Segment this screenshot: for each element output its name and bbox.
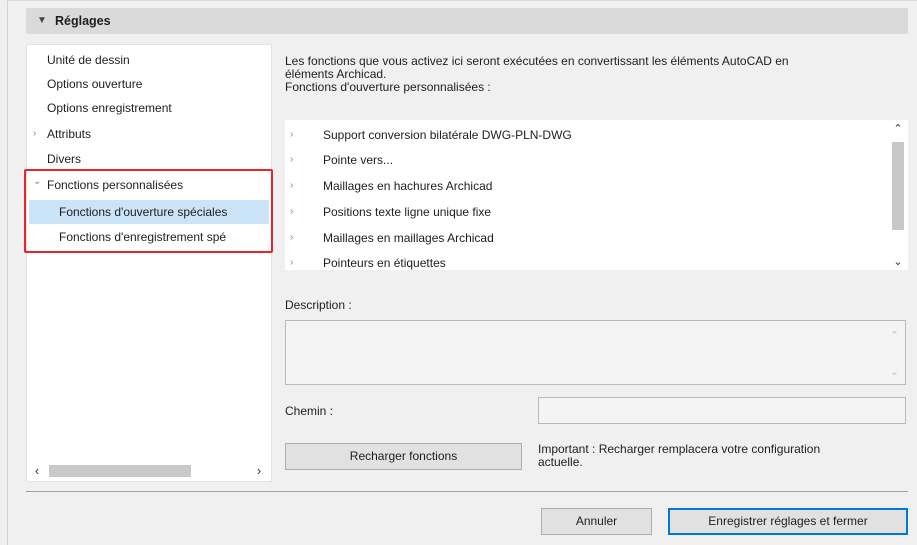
list-item[interactable]: › Support conversion bilatérale DWG-PLN-…	[285, 122, 885, 148]
chevron-right-icon[interactable]: ›	[290, 250, 293, 276]
intro-text: Les fonctions que vous activez ici seron…	[285, 55, 905, 94]
function-label: Maillages en hachures Archicad	[323, 179, 493, 193]
chevron-right-icon[interactable]: ›	[290, 225, 293, 251]
scroll-down-icon[interactable]: ⌄	[888, 255, 908, 268]
scroll-up-icon: ⌃	[889, 330, 899, 342]
description-field: ⌃ ⌄	[285, 320, 906, 385]
chevron-right-icon[interactable]: ›	[33, 122, 36, 146]
tree-item-label: Options enregistrement	[47, 101, 172, 115]
scrollbar-thumb[interactable]	[892, 142, 904, 230]
settings-section-header[interactable]: ▼ Réglages	[26, 8, 908, 34]
functions-vertical-scrollbar[interactable]: ⌃ ⌄	[888, 120, 908, 270]
list-item[interactable]: › Maillages en maillages Archicad	[285, 225, 885, 251]
save-and-close-button[interactable]: Enregistrer réglages et fermer	[668, 508, 908, 535]
description-label: Description :	[285, 298, 352, 312]
scroll-right-icon[interactable]: ›	[249, 461, 269, 481]
function-label: Pointeurs en étiquettes	[323, 256, 446, 270]
path-label: Chemin :	[285, 404, 334, 418]
chevron-right-icon[interactable]: ›	[290, 147, 293, 173]
tree-item-attributs[interactable]: › Attributs	[27, 122, 271, 146]
list-item[interactable]: › Positions texte ligne unique fixe	[285, 199, 885, 225]
scroll-left-icon[interactable]: ‹	[27, 461, 47, 481]
list-item[interactable]: › Pointeurs en étiquettes	[285, 250, 885, 276]
tree-item-label: Attributs	[47, 127, 92, 141]
tree-item-label: Options ouverture	[47, 77, 143, 91]
tree-item-label: Unité de dessin	[47, 53, 130, 67]
tree-item-options-ouverture[interactable]: Options ouverture	[27, 72, 271, 96]
function-label: Positions texte ligne unique fixe	[323, 205, 492, 219]
list-item[interactable]: › Maillages en hachures Archicad	[285, 173, 885, 199]
tree-item-options-enregistrement[interactable]: Options enregistrement	[27, 96, 271, 120]
functions-list[interactable]: › Support conversion bilatérale DWG-PLN-…	[285, 120, 908, 270]
scroll-up-icon[interactable]: ⌃	[888, 122, 908, 135]
divider	[26, 491, 908, 492]
scrollbar-thumb[interactable]	[49, 465, 191, 477]
scroll-down-icon: ⌄	[889, 366, 899, 378]
window-top-edge	[7, 0, 917, 1]
function-label: Pointe vers...	[323, 153, 394, 167]
caret-down-icon[interactable]: ▼	[37, 15, 47, 26]
settings-tree[interactable]: Unité de dessin Options ouverture Option…	[26, 44, 272, 482]
chevron-right-icon[interactable]: ›	[290, 199, 293, 225]
important-line: Important : Recharger remplacera votre c…	[538, 442, 821, 456]
important-note: Important : Recharger remplacera votre c…	[538, 443, 908, 469]
chevron-right-icon[interactable]: ›	[290, 122, 293, 148]
important-line: actuelle.	[538, 455, 583, 469]
intro-heading: Fonctions d'ouverture personnalisées :	[285, 80, 491, 94]
section-title: Réglages	[55, 14, 111, 28]
list-item[interactable]: › Pointe vers...	[285, 147, 885, 173]
cancel-button[interactable]: Annuler	[541, 508, 652, 535]
tree-horizontal-scrollbar[interactable]: ‹ ›	[27, 461, 271, 481]
highlight-annotation	[24, 169, 273, 253]
tree-item-divers[interactable]: Divers	[27, 147, 271, 171]
chevron-right-icon[interactable]: ›	[290, 173, 293, 199]
reload-functions-button[interactable]: Recharger fonctions	[285, 443, 522, 470]
path-field	[538, 397, 906, 424]
function-label: Support conversion bilatérale DWG-PLN-DW…	[323, 128, 572, 142]
function-label: Maillages en maillages Archicad	[323, 231, 494, 245]
tree-item-unite-dessin[interactable]: Unité de dessin	[27, 48, 271, 72]
tree-item-label: Divers	[47, 152, 82, 166]
window-left-edge	[7, 0, 8, 545]
